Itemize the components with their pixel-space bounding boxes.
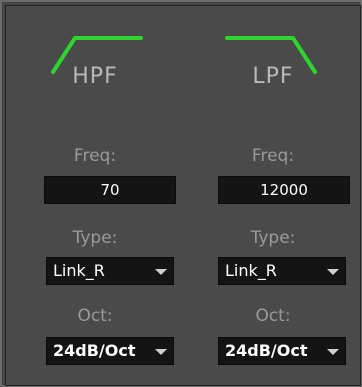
lpf-oct-value: 24dB/Oct (225, 341, 308, 360)
hpf-oct-label: Oct: (77, 306, 113, 326)
lpf-freq-input[interactable]: 12000 (218, 176, 350, 204)
hpf-oct-dropdown[interactable]: 24dB/Oct (46, 337, 174, 365)
hpf-type-label: Type: (72, 228, 118, 248)
chevron-down-icon (155, 349, 167, 355)
lpf-title: LPF (252, 64, 294, 89)
chevron-down-icon (155, 269, 167, 275)
hpf-title: HPF (72, 64, 118, 89)
lpf-oct-dropdown[interactable]: 24dB/Oct (218, 337, 346, 365)
lpf-section: LPF Freq: 12000 Type: Link_R Oct: 24dB/O… (184, 6, 362, 387)
hpf-type-value: Link_R (53, 261, 105, 280)
filter-panel: HPF Freq: 70 Type: Link_R Oct: 24dB/Oct … (5, 5, 361, 386)
lpf-type-label: Type: (250, 228, 296, 248)
lpf-oct-label: Oct: (255, 306, 291, 326)
lpf-type-value: Link_R (225, 261, 277, 280)
hpf-section: HPF Freq: 70 Type: Link_R Oct: 24dB/Oct (6, 6, 184, 387)
filter-window: HPF Freq: 70 Type: Link_R Oct: 24dB/Oct … (0, 0, 362, 387)
chevron-down-icon (327, 269, 339, 275)
hpf-freq-input[interactable]: 70 (44, 176, 176, 204)
hpf-freq-label: Freq: (73, 146, 117, 166)
lpf-type-dropdown[interactable]: Link_R (218, 257, 346, 285)
hpf-type-dropdown[interactable]: Link_R (46, 257, 174, 285)
chevron-down-icon (327, 349, 339, 355)
lpf-freq-label: Freq: (251, 146, 295, 166)
hpf-oct-value: 24dB/Oct (53, 341, 136, 360)
